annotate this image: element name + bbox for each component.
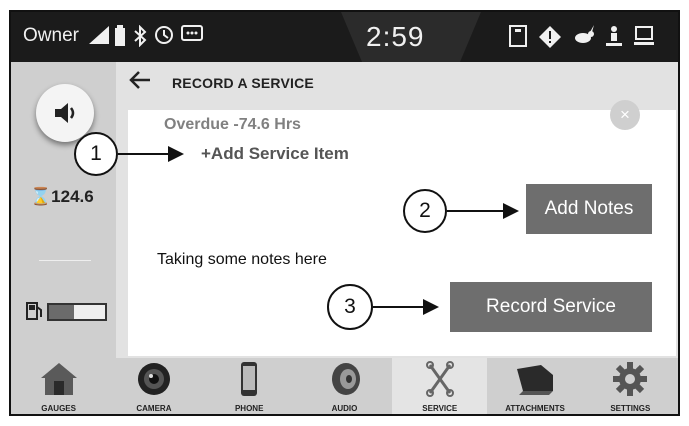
battery-icon xyxy=(115,25,125,53)
house-icon xyxy=(40,363,77,395)
nav-label: SERVICE xyxy=(422,404,458,413)
speaker-icon xyxy=(332,363,361,395)
warning-icon xyxy=(538,25,562,55)
gear-icon xyxy=(613,362,648,396)
rabbit-speed-icon xyxy=(572,25,596,51)
phone-icon xyxy=(241,362,258,396)
add-notes-button[interactable]: Add Notes xyxy=(526,184,652,234)
nav-attachments[interactable]: ATTACHMENTS xyxy=(487,358,582,414)
display-frame: Owner 2:59 ⌛124.6 RECORD A SERVICE × Ove… xyxy=(9,10,680,416)
callout-3-arrowhead xyxy=(423,299,439,315)
notes-text: Taking some notes here xyxy=(157,251,327,268)
callout-2: 2 xyxy=(403,189,447,233)
callout-3-arrow-line xyxy=(373,306,425,308)
nav-gauges[interactable]: GAUGES xyxy=(11,358,106,414)
main-content: RECORD A SERVICE × Overdue -74.6 Hrs +Ad… xyxy=(116,62,678,358)
nav-camera[interactable]: CAMERA xyxy=(106,358,201,414)
device-status-icon xyxy=(509,25,527,53)
left-panel: ⌛124.6 xyxy=(11,62,116,358)
lock-seat-icon xyxy=(633,25,655,53)
camera-icon xyxy=(137,363,170,395)
wrench-icon xyxy=(425,361,454,397)
operator-seat-icon xyxy=(604,25,624,53)
fuel-gauge-fill xyxy=(49,305,75,319)
callout-2-arrow-line xyxy=(447,210,505,212)
title-bar: RECORD A SERVICE xyxy=(116,62,678,104)
fuel-gauge xyxy=(47,303,107,321)
nav-label: PHONE xyxy=(234,404,264,413)
timer-icon xyxy=(154,25,174,51)
nav-label: CAMERA xyxy=(136,404,172,413)
add-service-item-link[interactable]: +Add Service Item xyxy=(201,144,349,164)
speaker-volume-icon xyxy=(55,103,75,123)
service-card: × Overdue -74.6 Hrs +Add Service Item Ad… xyxy=(128,100,676,356)
bottom-nav: GAUGES CAMERA PHONE AUDIO SERVICE ATTACH… xyxy=(11,358,678,414)
nav-label: ATTACHMENTS xyxy=(505,404,565,413)
overdue-status: Overdue -74.6 Hrs xyxy=(164,116,301,133)
fuel-pump-icon xyxy=(26,301,44,326)
nav-settings[interactable]: SETTINGS xyxy=(583,358,678,414)
record-service-button[interactable]: Record Service xyxy=(450,282,652,332)
clock: 2:59 xyxy=(366,21,425,52)
nav-audio[interactable]: AUDIO xyxy=(297,358,392,414)
signal-icon xyxy=(88,25,110,51)
nav-service[interactable]: SERVICE xyxy=(392,358,488,414)
page-title: RECORD A SERVICE xyxy=(172,75,314,91)
bucket-icon xyxy=(517,365,554,395)
callout-2-arrowhead xyxy=(503,203,519,219)
callout-1-arrowhead xyxy=(168,146,184,162)
status-bar: Owner 2:59 xyxy=(11,12,678,62)
hour-meter: ⌛124.6 xyxy=(30,187,94,207)
bluetooth-icon xyxy=(133,24,147,53)
callout-1-arrow-line xyxy=(118,153,170,155)
back-arrow-icon[interactable] xyxy=(128,69,152,98)
nav-label: GAUGES xyxy=(41,404,76,413)
user-label: Owner xyxy=(23,25,79,46)
nav-label: SETTINGS xyxy=(610,404,651,413)
message-icon xyxy=(181,25,203,47)
panel-divider xyxy=(39,260,91,261)
hourglass-icon: ⌛ xyxy=(30,187,52,206)
nav-phone[interactable]: PHONE xyxy=(202,358,297,414)
nav-label: AUDIO xyxy=(331,404,358,413)
close-icon[interactable]: × xyxy=(610,100,640,130)
callout-3: 3 xyxy=(327,284,373,330)
hour-meter-value: 124.6 xyxy=(51,187,94,206)
callout-1: 1 xyxy=(74,132,118,176)
